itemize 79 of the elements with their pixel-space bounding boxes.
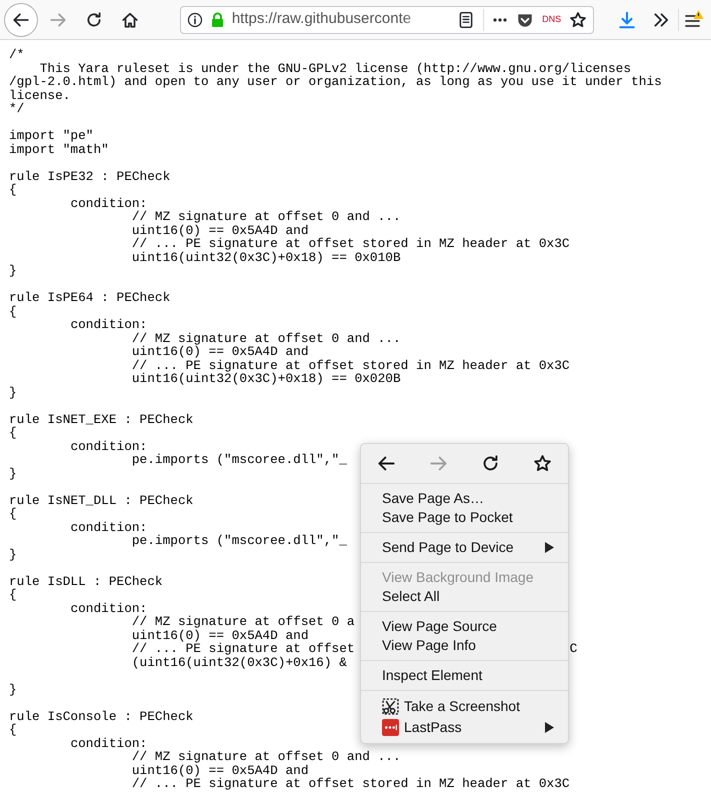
code-line: pe.imports ("mscoree.dll","_: [130, 452, 347, 467]
code-line: {: [9, 722, 17, 737]
submenu-arrow-icon: [545, 542, 554, 553]
code-line: condition:: [69, 196, 148, 210]
code-line: {: [9, 587, 17, 602]
reader-view-icon[interactable]: [457, 10, 476, 28]
code-line: condition:: [69, 736, 148, 750]
dns-label[interactable]: DNS: [542, 12, 562, 26]
code-line: /gpl-2.0.html) and open to any user or organization, as long as you use it under this: [9, 74, 662, 89]
code-line: */: [9, 101, 24, 116]
submenu-arrow-icon: [545, 722, 554, 733]
back-arrow-icon: [12, 10, 30, 28]
code-line: // ... PE signature at offset stored in MZ header at 0x3C: [130, 236, 570, 251]
code-line: condition:: [69, 600, 148, 616]
code-line: import "math": [9, 142, 109, 156]
code-line: // MZ signature at offset 0 a: [130, 614, 355, 629]
code-line: uint16(0) == 0x5A4D and: [130, 762, 309, 778]
code-line: {: [9, 182, 17, 197]
code-line: }: [9, 546, 17, 562]
code-line: (uint16(uint32(0x3C)+0x16) &: [130, 654, 347, 670]
code-line: {: [9, 425, 17, 440]
code-line: uint16(0) == 0x5A4D and: [130, 628, 309, 642]
scissors-icon: [382, 698, 399, 715]
code-line: import "pe": [9, 128, 94, 143]
code-line: {: [9, 304, 17, 318]
code-line: }: [9, 384, 17, 400]
lock-icon: [210, 12, 224, 28]
code-line: rule IsNET_EXE : PECheck: [9, 412, 194, 426]
code-line: // ... PE signature at offset stored in MZ header at 0x3C: [130, 776, 570, 791]
overflow-chevrons-icon[interactable]: [652, 10, 670, 28]
menu-item[interactable]: Save Page As…: [361, 489, 568, 508]
code-line: // ... PE signature at offset stored in MZ header at 0x3C: [130, 358, 570, 372]
code-line: rule IsPE32 : PECheck: [9, 168, 170, 184]
code-line: This Yara ruleset is under the GNU-GPLv2 license (http://www.gnu.org/licenses: [38, 60, 632, 76]
code-line: condition:: [69, 317, 148, 332]
code-line: rule IsPE64 : PECheck: [9, 290, 170, 305]
reload-icon: [481, 454, 500, 473]
code-line: // ... PE signature at offset: [130, 641, 355, 656]
code-line: }: [9, 466, 17, 480]
menu-item[interactable]: Send Page to Device: [361, 538, 568, 557]
code-line: /*: [9, 47, 24, 62]
menu-item[interactable]: Select All: [361, 587, 568, 606]
menu-item[interactable]: View Page Source: [361, 617, 568, 636]
url-text: https://raw.githubuserconte: [232, 9, 412, 30]
back-arrow-icon: [376, 454, 396, 473]
address-bar[interactable]: https://raw.githubuserconte DNS: [180, 6, 594, 34]
code-line: // MZ signature at offset 0 and ...: [130, 209, 401, 224]
code-line: license.: [9, 88, 70, 102]
code-line: pe.imports ("mscoree.dll","_: [130, 533, 347, 548]
forward-arrow-icon: [428, 454, 448, 473]
code-line: uint16(0) == 0x5A4D and: [130, 222, 309, 238]
code-line: uint16(uint32(0x3C)+0x18) == 0x020B: [130, 371, 401, 386]
code-line: uint16(uint32(0x3C)+0x18) == 0x010B: [130, 250, 401, 264]
code-line: condition:: [69, 520, 148, 534]
reload-icon: [84, 10, 103, 28]
code-line: }: [9, 682, 17, 696]
menu-item[interactable]: Take a Screenshot: [361, 696, 568, 717]
code-fragment: C: [570, 641, 578, 656]
lastpass-icon: [382, 719, 399, 736]
menu-item[interactable]: LastPass: [361, 717, 568, 738]
download-icon[interactable]: [618, 10, 636, 28]
menu-item[interactable]: Inspect Element: [361, 666, 568, 685]
code-line: // MZ signature at offset 0 and ...: [130, 749, 401, 764]
code-line: {: [9, 506, 17, 521]
code-line: }: [9, 263, 17, 278]
back-button[interactable]: [4, 2, 38, 36]
code-line: condition:: [69, 438, 148, 454]
menu-item[interactable]: Save Page to Pocket: [361, 508, 568, 527]
code-line: rule IsConsole : PECheck: [9, 708, 194, 724]
info-icon: [186, 12, 203, 28]
star-icon[interactable]: [569, 10, 588, 28]
menu-item[interactable]: View Page Info: [361, 636, 568, 655]
code-line: // MZ signature at offset 0 and ...: [130, 330, 401, 346]
code-line: uint16(0) == 0x5A4D and: [130, 344, 309, 359]
star-icon: [533, 454, 552, 473]
code-line: rule IsNET_DLL : PECheck: [9, 492, 194, 508]
code-line: rule IsDLL : PECheck: [9, 574, 163, 588]
home-icon: [120, 10, 139, 28]
forward-arrow-icon: [48, 10, 67, 28]
